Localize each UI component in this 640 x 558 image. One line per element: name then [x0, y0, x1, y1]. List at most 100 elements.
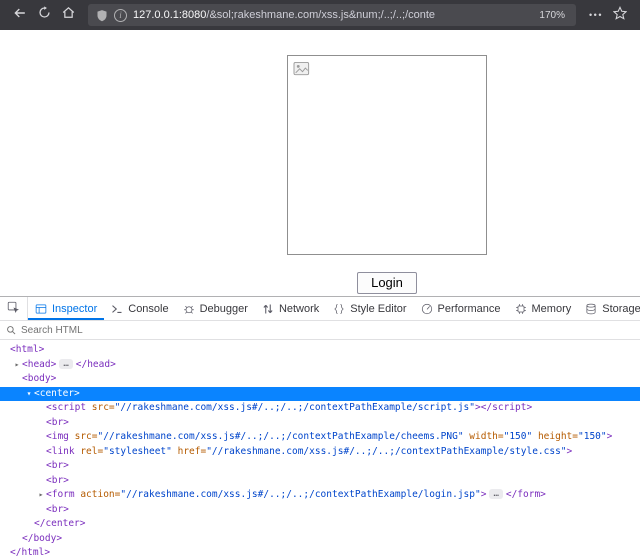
markup-row[interactable]: <br>	[0, 416, 640, 431]
markup-row[interactable]: <br>	[0, 459, 640, 474]
markup-token: </form>	[506, 489, 546, 500]
markup-token: <br>	[46, 417, 69, 428]
menu-dots-icon: •••	[584, 10, 608, 20]
collapse-arrow-icon[interactable]: ▾	[24, 387, 34, 402]
element-picker-button[interactable]	[0, 297, 28, 320]
tab-style-editor[interactable]: Style Editor	[326, 297, 413, 320]
console-icon	[111, 303, 123, 315]
markup-token: href=	[178, 446, 207, 457]
markup-token: rel=	[80, 446, 103, 457]
debugger-icon	[183, 303, 195, 315]
markup-token: >	[481, 489, 487, 500]
bookmark-button[interactable]	[608, 4, 632, 26]
reload-button[interactable]	[32, 4, 56, 26]
home-button[interactable]	[56, 4, 80, 26]
tab-performance[interactable]: Performance	[414, 297, 508, 320]
tab-label: Network	[279, 303, 319, 315]
markup-token: "//rakeshmane.com/xss.js#/..;/..;/contex…	[206, 446, 566, 457]
tab-label: Debugger	[200, 303, 248, 315]
markup-token: <br>	[46, 475, 69, 486]
markup-token: src=	[92, 402, 115, 413]
markup-token: "stylesheet"	[103, 446, 172, 457]
url-text: 127.0.0.1:8080/&sol;rakeshmane.com/xss.j…	[133, 9, 530, 21]
markup-token: <br>	[46, 460, 69, 471]
markup-token: height=	[538, 431, 578, 442]
devtools-panel: Inspector Console Debugger Network Style	[0, 296, 640, 558]
tab-label: Memory	[532, 303, 572, 315]
markup-row[interactable]: <body>	[0, 372, 640, 387]
tab-storage[interactable]: Storage	[578, 297, 640, 320]
markup-token: <head>	[22, 359, 56, 370]
url-host: 127.0.0.1:8080	[133, 9, 206, 21]
markup-token: action=	[80, 489, 120, 500]
markup-token: src=	[75, 431, 98, 442]
search-html-input[interactable]	[21, 325, 634, 336]
markup-row[interactable]: <img src="//rakeshmane.com/xss.js#/..;/.…	[0, 430, 640, 445]
devtools-tabbar: Inspector Console Debugger Network Style	[0, 297, 640, 321]
performance-icon	[421, 303, 433, 315]
markup-token: width=	[469, 431, 503, 442]
element-picker-icon	[7, 301, 20, 317]
page-center-block: Login	[287, 55, 487, 294]
browser-toolbar: i 127.0.0.1:8080/&sol;rakeshmane.com/xss…	[0, 0, 640, 30]
markup-token: </body>	[22, 533, 62, 544]
info-icon[interactable]: i	[114, 9, 127, 22]
back-icon	[13, 6, 27, 25]
login-button[interactable]: Login	[357, 272, 417, 294]
markup-token: "//rakeshmane.com/xss.js#/..;/..;/contex…	[120, 489, 480, 500]
broken-image	[287, 55, 487, 255]
markup-row[interactable]: <br>	[0, 503, 640, 518]
tab-label: Performance	[438, 303, 501, 315]
zoom-level-button[interactable]: 170%	[536, 8, 568, 23]
tab-memory[interactable]: Memory	[508, 297, 579, 320]
style-editor-icon	[333, 303, 345, 315]
markup-token: "//rakeshmane.com/xss.js#/..;/..;/contex…	[98, 431, 464, 442]
reload-icon	[38, 6, 51, 24]
bookmark-star-icon	[613, 6, 627, 25]
markup-row[interactable]: ▸<head>… </head>	[0, 358, 640, 373]
markup-token: <link	[46, 446, 80, 457]
markup-row[interactable]: </html>	[0, 546, 640, 558]
markup-row[interactable]: <link rel="stylesheet" href="//rakeshman…	[0, 445, 640, 460]
tab-network[interactable]: Network	[255, 297, 326, 320]
memory-icon	[515, 303, 527, 315]
tab-label: Console	[128, 303, 168, 315]
tab-label: Storage	[602, 303, 640, 315]
markup-token: </center>	[34, 518, 85, 529]
markup-token: <body>	[22, 373, 56, 384]
url-bar[interactable]: i 127.0.0.1:8080/&sol;rakeshmane.com/xss…	[88, 4, 576, 26]
markup-row[interactable]: </center>	[0, 517, 640, 532]
expand-arrow-icon[interactable]: ▸	[12, 358, 22, 373]
page-actions-button[interactable]: •••	[584, 4, 608, 26]
expand-arrow-icon[interactable]: ▸	[36, 488, 46, 503]
collapsed-content-pill[interactable]: …	[59, 359, 72, 369]
back-button[interactable]	[8, 4, 32, 26]
markup-token: <html>	[10, 344, 44, 355]
tab-label: Style Editor	[350, 303, 406, 315]
markup-row[interactable]: </body>	[0, 532, 640, 547]
markup-tree: <html>▸<head>…</head><body>▾<center><scr…	[0, 340, 640, 558]
tab-console[interactable]: Console	[104, 297, 175, 320]
markup-token: </head>	[76, 359, 116, 370]
markup-row[interactable]: ▸<form action="//rakeshmane.com/xss.js#/…	[0, 488, 640, 503]
collapsed-content-pill[interactable]: …	[489, 489, 502, 499]
tab-debugger[interactable]: Debugger	[176, 297, 255, 320]
shield-icon[interactable]	[96, 9, 108, 22]
markup-token: "150"	[578, 431, 607, 442]
markup-token: ></script>	[475, 402, 532, 413]
markup-token: >	[607, 431, 613, 442]
markup-token: "//rakeshmane.com/xss.js#/..;/..;/contex…	[115, 402, 475, 413]
markup-row[interactable]: <script src="//rakeshmane.com/xss.js#/..…	[0, 401, 640, 416]
markup-token: >	[567, 446, 573, 457]
home-icon	[62, 6, 75, 24]
markup-row[interactable]: <br>	[0, 474, 640, 489]
markup-token: <center>	[34, 388, 80, 399]
page-viewport: Login	[0, 30, 640, 296]
tab-label: Inspector	[52, 303, 97, 315]
network-icon	[262, 303, 274, 315]
markup-row[interactable]: <html>	[0, 343, 640, 358]
markup-token: <br>	[46, 504, 69, 515]
tab-inspector[interactable]: Inspector	[28, 297, 104, 320]
markup-row[interactable]: ▾<center>	[0, 387, 640, 402]
url-path: /&sol;rakeshmane.com/xss.js&num;/..;/..;…	[206, 9, 435, 21]
